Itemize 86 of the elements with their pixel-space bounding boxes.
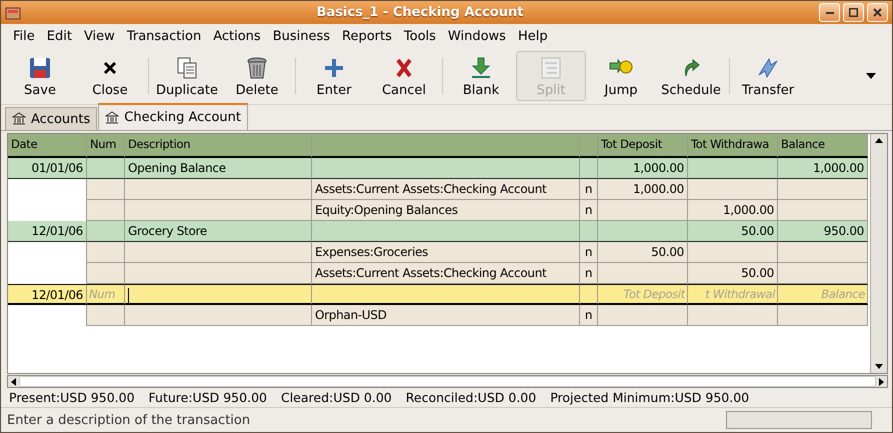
column-header[interactable]: Tot Deposit bbox=[598, 134, 688, 158]
table-cell: n bbox=[580, 263, 598, 284]
caret-icon bbox=[866, 73, 876, 79]
summary-item: Projected Minimum:USD 950.00 bbox=[550, 390, 750, 405]
toolbar-button[interactable]: Close bbox=[75, 51, 145, 101]
minimize-icon bbox=[826, 12, 834, 14]
menu-item[interactable]: Business bbox=[266, 28, 336, 44]
toolbar-button[interactable]: Cancel bbox=[369, 51, 439, 101]
table-cell: 50.00 bbox=[598, 242, 688, 263]
tab[interactable]: Accounts bbox=[5, 107, 98, 130]
menu-item[interactable]: Tools bbox=[398, 28, 442, 44]
menu-item[interactable]: View bbox=[78, 28, 121, 44]
toolbar-button[interactable]: Duplicate bbox=[152, 51, 222, 101]
maximize-button[interactable] bbox=[843, 3, 864, 22]
minimize-button[interactable] bbox=[819, 3, 840, 22]
menu-item[interactable]: Actions bbox=[207, 28, 267, 44]
table-cell bbox=[580, 221, 598, 242]
summary-item: Present:USD 950.00 bbox=[9, 390, 135, 405]
table-cell: 1,000.00 bbox=[598, 179, 688, 200]
column-header[interactable]: Description bbox=[125, 134, 312, 158]
description-field[interactable] bbox=[125, 284, 312, 305]
table-cell: 1,000.00 bbox=[598, 158, 688, 179]
table-cell bbox=[580, 284, 598, 305]
table-cell: 50.00 bbox=[688, 221, 778, 242]
horizontal-scrollbar[interactable] bbox=[7, 375, 888, 388]
summary-item: Future:USD 950.00 bbox=[148, 390, 267, 405]
column-header[interactable] bbox=[312, 134, 580, 158]
toolbar-button[interactable]: Enter bbox=[299, 51, 369, 101]
vertical-scrollbar[interactable] bbox=[870, 134, 887, 373]
menu-item[interactable]: Edit bbox=[40, 28, 78, 44]
table-cell: Assets:Current Assets:Checking Account bbox=[312, 179, 580, 200]
table-cell: n bbox=[580, 200, 598, 221]
table-cell: n bbox=[580, 179, 598, 200]
column-header[interactable]: Num bbox=[87, 134, 125, 158]
table-cell: 1,000.00 bbox=[778, 158, 868, 179]
table-cell: Grocery Store bbox=[125, 221, 312, 242]
balance-field[interactable]: Balance bbox=[778, 284, 868, 305]
column-header[interactable]: Balance bbox=[778, 134, 868, 158]
menu-item[interactable]: Windows bbox=[442, 28, 512, 44]
table-cell: Orphan-USD bbox=[312, 305, 580, 326]
summary-item: Reconciled:USD 0.00 bbox=[406, 390, 536, 405]
deposit-field[interactable]: Tot Deposit bbox=[598, 284, 688, 305]
menu-item[interactable]: Reports bbox=[336, 28, 398, 44]
toolbar-button[interactable]: Save bbox=[5, 51, 75, 101]
app-icon bbox=[5, 4, 21, 20]
bank-icon bbox=[12, 112, 26, 126]
table-cell: Assets:Current Assets:Checking Account bbox=[312, 263, 580, 284]
close-button[interactable] bbox=[867, 3, 888, 22]
bank-icon bbox=[105, 110, 120, 124]
column-header[interactable] bbox=[580, 134, 598, 158]
summary-item: Cleared:USD 0.00 bbox=[280, 390, 392, 405]
column-header[interactable]: Tot Withdrawa bbox=[688, 134, 778, 158]
status-text: Enter a description of the transaction bbox=[7, 412, 252, 428]
column-header[interactable]: Date bbox=[8, 134, 87, 158]
scroll-up-icon bbox=[875, 138, 883, 143]
table-cell: 12/01/06 bbox=[8, 221, 87, 242]
scroll-left-icon bbox=[11, 378, 16, 386]
table-cell: 1,000.00 bbox=[688, 200, 778, 221]
toolbar-button[interactable]: Schedule bbox=[656, 51, 726, 101]
maximize-icon bbox=[849, 8, 858, 17]
close-icon bbox=[873, 8, 882, 17]
table-cell: Expenses:Groceries bbox=[312, 242, 580, 263]
table-cell: 50.00 bbox=[688, 263, 778, 284]
toolbar-button[interactable]: Delete bbox=[222, 51, 292, 101]
scroll-down-icon bbox=[875, 364, 883, 369]
menu-item[interactable]: File bbox=[7, 28, 41, 44]
toolbar-button[interactable]: Blank bbox=[446, 51, 516, 101]
menu-item[interactable]: Help bbox=[512, 28, 554, 44]
tab[interactable]: Checking Account bbox=[98, 103, 248, 130]
num-field[interactable]: Num bbox=[87, 284, 125, 305]
table-cell bbox=[87, 221, 125, 242]
withdrawal-field[interactable]: t Withdrawal bbox=[688, 284, 778, 305]
table-cell: Equity:Opening Balances bbox=[312, 200, 580, 221]
table-cell bbox=[580, 158, 598, 179]
table-cell: 950.00 bbox=[778, 221, 868, 242]
table-cell: 12/01/06 bbox=[8, 284, 87, 305]
table-cell bbox=[87, 158, 125, 179]
toolbar-button[interactable]: Jump bbox=[586, 51, 656, 101]
table-cell: Opening Balance bbox=[125, 158, 312, 179]
table-cell: n bbox=[580, 305, 598, 326]
table-cell: 01/01/06 bbox=[8, 158, 87, 179]
table-cell: n bbox=[580, 242, 598, 263]
window-title: Basics_1 - Checking Account bbox=[316, 5, 524, 20]
scroll-right-icon bbox=[879, 378, 884, 386]
toolbar-button[interactable]: Transfer bbox=[733, 51, 803, 101]
menu-item[interactable]: Transaction bbox=[120, 28, 208, 44]
